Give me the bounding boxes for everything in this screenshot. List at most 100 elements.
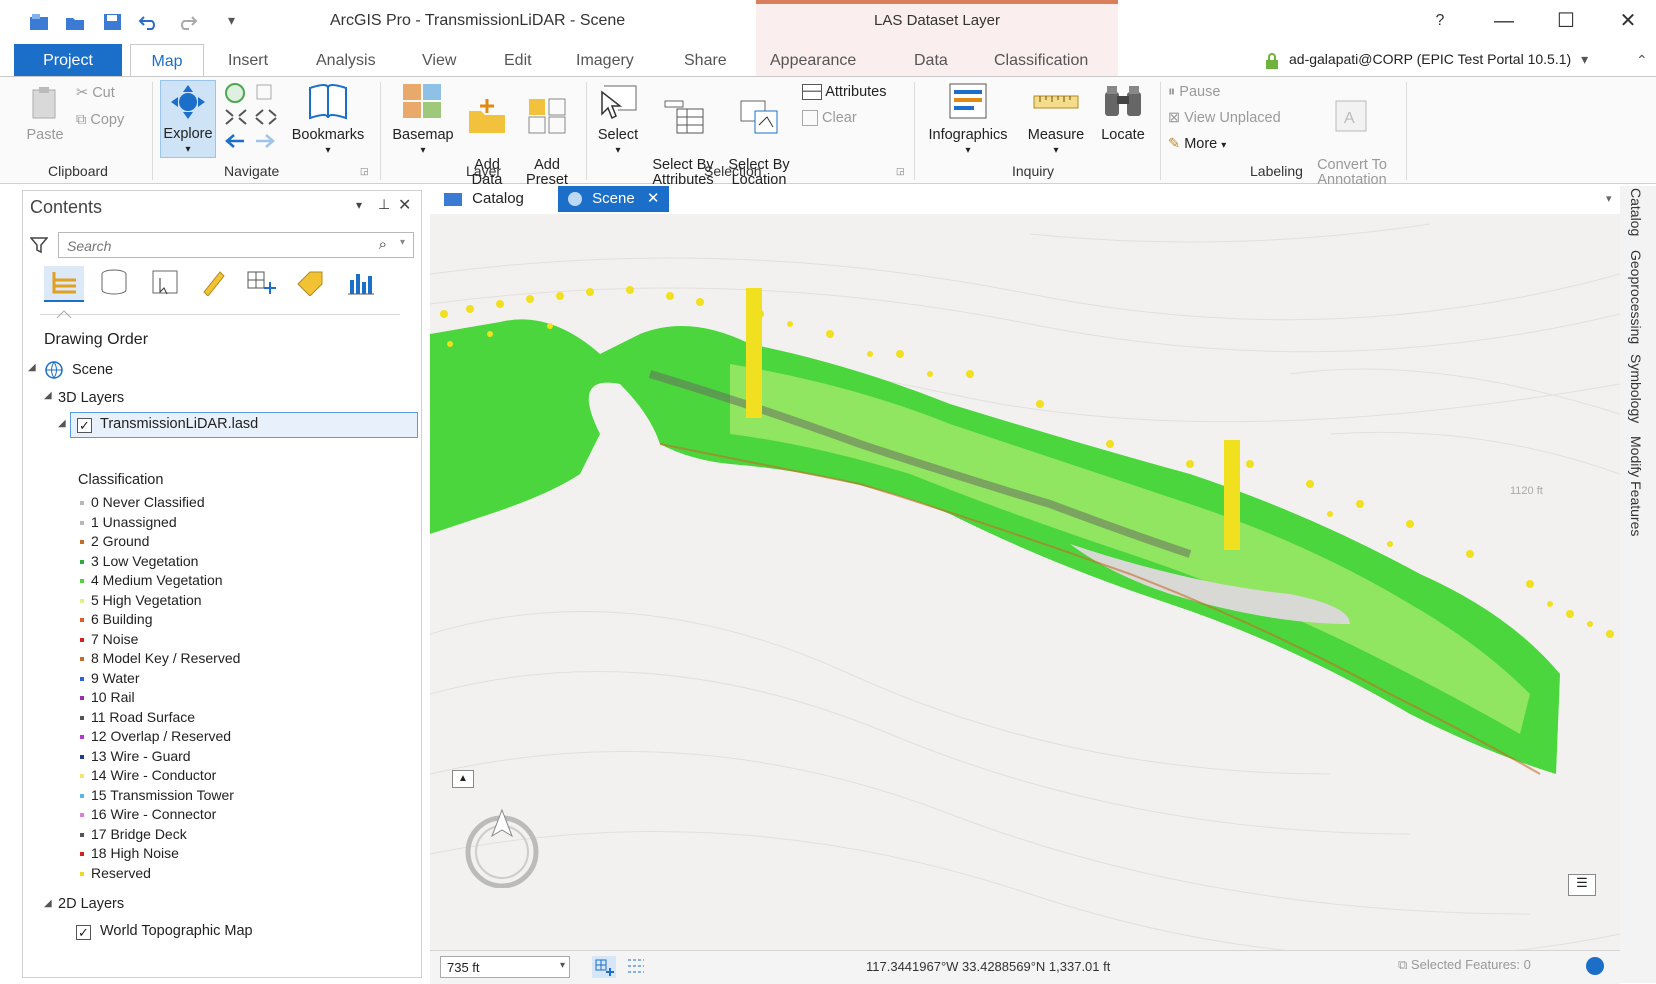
undo-icon[interactable] [138, 12, 160, 32]
selection-launcher-icon[interactable]: ◲ [896, 166, 905, 177]
infographics-button[interactable]: Infographics ▾ [920, 82, 1016, 158]
legend-item[interactable]: 18 High Noise [80, 845, 179, 863]
legend-item[interactable]: 17 Bridge Deck [80, 826, 187, 844]
pane-options-icon[interactable]: ▾ [356, 198, 362, 212]
navigator-control[interactable] [450, 804, 554, 891]
open-project-icon[interactable] [64, 12, 86, 32]
customize-qat-icon[interactable]: ▾ [228, 12, 250, 32]
tab-catalog-view[interactable]: Catalog [434, 186, 534, 212]
help-button[interactable]: ? [1420, 6, 1460, 36]
legend-item[interactable]: 1 Unassigned [80, 514, 177, 532]
forward-icon[interactable] [254, 132, 276, 153]
expand-las-layer-icon[interactable]: ◢ [58, 418, 66, 429]
save-icon[interactable] [102, 12, 124, 32]
tab-edit[interactable]: Edit [490, 44, 546, 76]
legend-item[interactable]: 4 Medium Vegetation [80, 572, 223, 590]
list-by-drawing-order-icon[interactable] [44, 266, 84, 302]
expand-3d-layers-icon[interactable]: ◢ [44, 390, 52, 401]
explore-button[interactable]: Explore ▾ [160, 80, 216, 158]
fixed-zoom-in-icon[interactable] [224, 108, 248, 129]
fixed-zoom-out-icon[interactable] [254, 108, 278, 129]
scale-selector[interactable]: 735 ft ▾ [440, 956, 570, 978]
tab-map[interactable]: Map [130, 44, 204, 76]
maximize-button[interactable]: ☐ [1546, 6, 1586, 36]
scene-view[interactable]: 1120 ft ▲ ☰ [430, 214, 1620, 950]
search-input[interactable] [65, 237, 369, 255]
view-notes-icon[interactable]: ☰ [1568, 874, 1596, 896]
legend-item[interactable]: 12 Overlap / Reserved [80, 728, 231, 746]
view-list-dropdown-icon[interactable]: ▾ [1596, 186, 1622, 212]
view-unplaced-button[interactable]: ⊠ View Unplaced [1168, 110, 1281, 126]
attributes-button[interactable]: Attributes [802, 84, 886, 101]
list-by-data-source-icon[interactable] [98, 268, 130, 299]
tab-data[interactable]: Data [900, 44, 962, 76]
legend-item[interactable]: 16 Wire - Connector [80, 806, 216, 824]
filter-icon[interactable] [29, 236, 49, 257]
cut-button[interactable]: ✂ Cut [76, 85, 115, 101]
more-labeling-button[interactable]: ✎ More ▾ [1168, 136, 1226, 152]
las-layer-name[interactable]: TransmissionLiDAR.lasd [100, 416, 258, 432]
close-button[interactable]: ✕ [1608, 6, 1648, 36]
dock-modify-features[interactable]: Modify Features [1628, 436, 1644, 536]
new-project-icon[interactable] [28, 12, 50, 32]
select-by-attributes-button[interactable]: Select By Attributes [648, 82, 718, 203]
tab-share[interactable]: Share [670, 44, 741, 76]
bookmarks-button[interactable]: Bookmarks ▾ [282, 82, 374, 158]
locate-button[interactable]: Locate [1094, 82, 1152, 143]
user-account[interactable]: ad-galapati@CORP (EPIC Test Portal 10.5.… [1265, 51, 1588, 68]
list-by-snapping-icon[interactable] [244, 268, 278, 299]
tab-classification[interactable]: Classification [980, 44, 1102, 76]
minimize-button[interactable]: — [1484, 6, 1524, 36]
dock-geoprocessing[interactable]: Geoprocessing [1628, 250, 1644, 344]
legend-item[interactable]: 10 Rail [80, 689, 135, 707]
legend-item[interactable]: 9 Water [80, 670, 140, 688]
clear-selection-button[interactable]: Clear [802, 110, 857, 127]
snapping-icon[interactable] [592, 956, 616, 978]
redo-icon[interactable] [176, 12, 198, 32]
legend-item[interactable]: 15 Transmission Tower [80, 787, 234, 805]
legend-item[interactable]: 11 Road Surface [80, 709, 195, 727]
add-preset-button[interactable]: Add Preset [516, 82, 578, 203]
expand-2d-layers-icon[interactable]: ◢ [44, 898, 52, 909]
select-button[interactable]: Select ▾ [592, 82, 644, 158]
list-by-labeling-icon[interactable] [294, 268, 326, 299]
paste-button[interactable]: Paste [22, 86, 68, 143]
convert-to-annotation-button[interactable]: A Convert To Annotation [1306, 82, 1398, 203]
copy-button[interactable]: ⧉ Copy [76, 112, 124, 128]
selected-features-count[interactable]: ⧉ Selected Features: 0 [1398, 957, 1531, 973]
tab-appearance[interactable]: Appearance [756, 44, 870, 76]
search-options-icon[interactable]: ▾ [400, 237, 405, 248]
legend-item[interactable]: 14 Wire - Conductor [80, 767, 216, 785]
select-by-location-button[interactable]: Select By Location [724, 82, 794, 203]
expand-scene-icon[interactable]: ◢ [28, 362, 36, 373]
topo-layer-checkbox[interactable]: ✓ [76, 925, 91, 940]
2d-layers-node[interactable]: 2D Layers [58, 896, 124, 912]
las-layer-checkbox[interactable]: ✓ [77, 418, 92, 433]
tab-analysis[interactable]: Analysis [302, 44, 390, 76]
legend-item[interactable]: 7 Noise [80, 631, 138, 649]
tab-imagery[interactable]: Imagery [562, 44, 648, 76]
list-by-editing-icon[interactable] [200, 268, 228, 299]
basemap-button[interactable]: Basemap ▾ [386, 82, 460, 158]
tab-insert[interactable]: Insert [214, 44, 282, 76]
pause-drawing-icon[interactable] [624, 956, 648, 981]
full-extent-icon[interactable] [224, 82, 246, 107]
scene-canvas[interactable]: 1120 ft [430, 214, 1620, 950]
legend-item[interactable]: 2 Ground [80, 533, 149, 551]
dock-symbology[interactable]: Symbology [1628, 354, 1644, 423]
list-by-selection-icon[interactable] [150, 268, 180, 299]
refresh-icon[interactable] [1586, 957, 1604, 975]
legend-item[interactable]: 5 High Vegetation [80, 592, 202, 610]
legend-item[interactable]: Reserved [80, 865, 151, 883]
close-scene-tab-icon[interactable]: ✕ [647, 190, 660, 207]
search-icon[interactable]: ⌕ [379, 236, 387, 253]
dock-catalog[interactable]: Catalog [1628, 188, 1644, 236]
tab-project[interactable]: Project [14, 44, 122, 76]
close-pane-icon[interactable]: ✕ [398, 195, 411, 215]
scene-node[interactable]: Scene [72, 362, 113, 378]
tab-view[interactable]: View [408, 44, 470, 76]
search-field[interactable]: ⌕ ▾ [58, 232, 414, 258]
tab-scene-view[interactable]: Scene ✕ [558, 186, 670, 212]
list-by-charts-icon[interactable] [344, 268, 376, 299]
navigate-launcher-icon[interactable]: ◲ [360, 166, 369, 177]
